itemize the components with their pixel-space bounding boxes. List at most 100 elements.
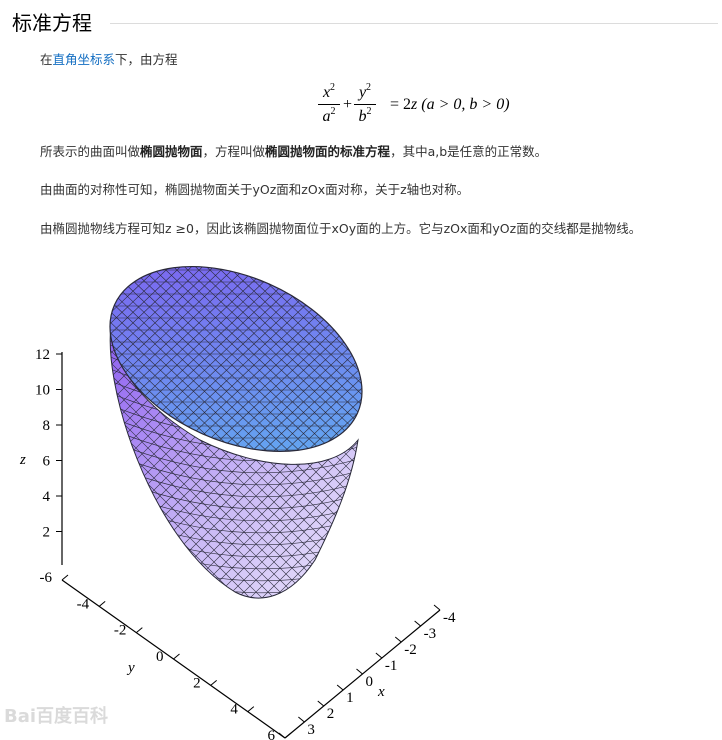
mesh-line xyxy=(408,300,722,620)
mesh-line xyxy=(342,249,391,481)
mesh-line xyxy=(311,320,358,599)
mesh-line xyxy=(409,250,649,480)
y-tick-label: -6 xyxy=(40,570,53,586)
mesh-line xyxy=(311,320,358,599)
z-tick-label: 4 xyxy=(43,489,51,505)
mesh-line xyxy=(432,300,722,620)
surface-interior xyxy=(109,265,363,453)
z-axis-label: z xyxy=(19,452,26,468)
mesh-line xyxy=(528,300,722,620)
mesh-line xyxy=(432,300,722,620)
mesh-line xyxy=(81,249,89,481)
x-tick xyxy=(375,652,383,659)
mesh-line xyxy=(444,300,722,620)
x-tick xyxy=(414,620,421,627)
mesh-line xyxy=(342,249,391,481)
mesh-line xyxy=(386,249,391,481)
mesh-line xyxy=(364,249,391,481)
y-tick xyxy=(61,574,69,581)
x-tick xyxy=(394,636,402,643)
x-tick-label: -2 xyxy=(404,642,417,658)
mesh-line xyxy=(353,249,391,481)
mesh-line xyxy=(364,249,391,481)
x-axis-label: x xyxy=(377,684,385,700)
x-tick xyxy=(433,604,441,611)
mesh-line xyxy=(360,300,680,620)
mesh-line xyxy=(0,300,104,620)
mesh-line xyxy=(0,250,77,480)
y-tick-label: -4 xyxy=(77,596,90,612)
x-tick xyxy=(336,684,344,691)
z-tick-label: 12 xyxy=(35,347,50,363)
mesh-line xyxy=(81,249,122,481)
mesh-line xyxy=(375,249,391,481)
mesh-line xyxy=(528,300,722,620)
y-tick xyxy=(210,679,217,686)
mesh-line xyxy=(0,300,32,620)
mesh-line xyxy=(81,249,111,481)
mesh-line xyxy=(516,300,722,620)
mesh-line xyxy=(335,320,358,599)
mesh-line xyxy=(408,300,722,620)
mesh-line xyxy=(468,300,722,620)
y-tick xyxy=(173,653,180,660)
mesh-line xyxy=(81,249,100,481)
z-tick-label: 2 xyxy=(43,525,51,541)
mesh-line xyxy=(396,300,716,620)
mesh-line xyxy=(468,300,722,620)
mesh-line xyxy=(0,250,55,480)
mesh-line xyxy=(372,300,692,620)
z-tick-label: 8 xyxy=(43,418,51,434)
mesh-line xyxy=(492,300,722,620)
mesh-line xyxy=(0,300,104,620)
mesh-line xyxy=(0,300,20,620)
x-tick xyxy=(298,716,305,723)
mesh-line xyxy=(444,300,722,620)
mesh-line xyxy=(456,300,722,620)
x-tick xyxy=(317,700,325,707)
x-tick-label: -3 xyxy=(424,626,437,642)
mesh-line xyxy=(375,249,391,481)
mesh-line xyxy=(331,249,391,481)
mesh-line xyxy=(386,249,391,481)
paraboloid-plot: 12108642z-6-4-20246y-4-3-2-101234x xyxy=(0,249,722,740)
z-tick-label: 10 xyxy=(35,383,50,399)
mesh-line xyxy=(420,300,722,620)
x-tick-label: -1 xyxy=(385,658,398,674)
mesh-line xyxy=(347,320,358,599)
mesh-line xyxy=(0,250,77,480)
mesh-line xyxy=(398,250,638,480)
x-tick xyxy=(278,732,286,739)
mesh-line xyxy=(504,300,722,620)
mesh-line xyxy=(347,320,358,599)
mesh-line xyxy=(398,250,638,480)
mesh-line xyxy=(480,300,722,620)
mesh-line xyxy=(335,320,358,599)
mesh-line xyxy=(0,250,66,480)
y-tick xyxy=(98,600,106,607)
mesh-line xyxy=(323,320,358,599)
mesh-line xyxy=(504,300,722,620)
x-tick-label: 2 xyxy=(327,706,335,722)
x-tick-label: 0 xyxy=(366,674,374,690)
mesh-line xyxy=(372,300,692,620)
mesh-line xyxy=(0,300,32,620)
mesh-line xyxy=(81,249,89,481)
y-tick-label: 4 xyxy=(230,702,238,718)
mesh-line xyxy=(384,300,704,620)
y-tick xyxy=(247,706,255,713)
z-tick-label: 6 xyxy=(43,454,51,470)
mesh-line xyxy=(81,249,100,481)
x-tick xyxy=(356,668,363,675)
mesh-line xyxy=(353,249,391,481)
mesh-line xyxy=(0,300,20,620)
mesh-line xyxy=(360,300,680,620)
mesh-line xyxy=(420,300,722,620)
mesh-line xyxy=(409,250,649,480)
y-tick-label: 2 xyxy=(193,675,201,691)
y-tick-label: 6 xyxy=(268,728,276,740)
mesh-line xyxy=(480,300,722,620)
mesh-line xyxy=(331,249,391,481)
y-tick-label: -2 xyxy=(114,623,127,639)
y-tick xyxy=(136,627,143,634)
